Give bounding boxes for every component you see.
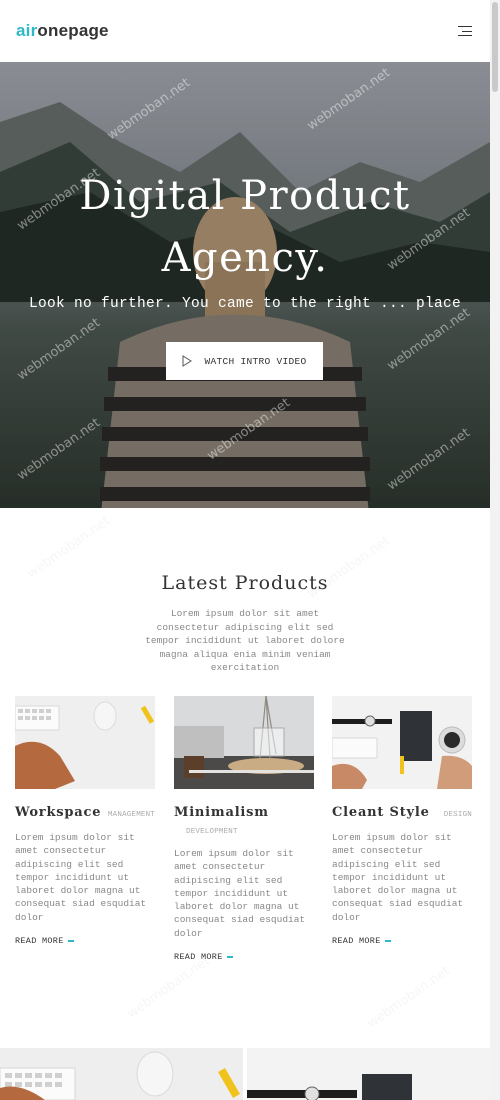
scrollbar-thumb[interactable] <box>492 2 498 92</box>
read-more-link[interactable]: READ MORE <box>332 936 472 946</box>
hero-title: Digital Product Agency. <box>0 165 490 289</box>
section-title: Latest Products <box>161 572 329 594</box>
gallery-photo <box>0 1048 243 1100</box>
cleant-style-image[interactable] <box>332 696 472 789</box>
card-text: Lorem ipsum dolor sit amet consectetur a… <box>15 832 147 923</box>
logo-text: onepage <box>37 21 109 40</box>
menu-line <box>458 26 472 27</box>
read-more-label: READ MORE <box>15 936 64 947</box>
menu-line <box>458 35 472 36</box>
card-title[interactable]: Minimalism <box>174 805 269 820</box>
accent-dash <box>226 956 233 959</box>
watch-intro-video-button[interactable]: WATCH INTRO VIDEO <box>166 342 323 380</box>
accent-dash <box>67 940 74 943</box>
hero-title-line: Digital Product <box>79 173 411 219</box>
hero-title-line: Agency. <box>161 235 329 281</box>
site-header: aironepage <box>0 0 490 62</box>
watermark: webmoban.net <box>365 963 453 1031</box>
read-more-label: READ MORE <box>332 936 381 947</box>
gallery-image-workspace[interactable] <box>0 1048 243 1100</box>
read-more-label: READ MORE <box>174 952 223 963</box>
logo[interactable]: aironepage <box>16 21 109 41</box>
hamburger-icon[interactable] <box>458 26 472 36</box>
product-card: Minimalism DEVELOPMENT Lorem ipsum dolor… <box>174 696 314 962</box>
read-more-link[interactable]: READ MORE <box>174 952 314 962</box>
card-text: Lorem ipsum dolor sit amet consectetur a… <box>332 832 464 923</box>
hero-subtitle: Look no further. You came to the right .… <box>28 296 462 312</box>
workspace-photo <box>15 696 155 789</box>
card-title[interactable]: Cleant Style <box>332 805 430 820</box>
card-category: DEVELOPMENT <box>186 828 238 836</box>
product-card: Cleant Style DESIGN Lorem ipsum dolor si… <box>332 696 472 946</box>
card-title[interactable]: Workspace <box>15 805 101 820</box>
workspace-image[interactable] <box>15 696 155 789</box>
gallery-image-cleant-style[interactable] <box>247 1048 490 1100</box>
watch-intro-video-label: WATCH INTRO VIDEO <box>204 355 307 367</box>
accent-dash <box>384 940 391 943</box>
play-icon <box>182 355 193 367</box>
card-header: Minimalism <box>174 805 314 820</box>
scrollbar[interactable] <box>490 0 500 1100</box>
card-category: DESIGN <box>443 811 472 819</box>
watermark: webmoban.net <box>125 953 213 1021</box>
menu-line <box>462 30 472 32</box>
product-card: Workspace MANAGEMENT Lorem ipsum dolor s… <box>15 696 155 946</box>
card-header: Cleant Style DESIGN <box>332 805 472 820</box>
hero-section: Digital Product Agency. Look no further.… <box>0 62 490 508</box>
minimalism-image[interactable] <box>174 696 314 789</box>
section-description: Lorem ipsum dolor sit amet consectetur a… <box>145 608 345 673</box>
logo-accent-text: air <box>16 21 38 40</box>
cleant-style-photo <box>332 696 472 789</box>
read-more-link[interactable]: READ MORE <box>15 936 155 946</box>
card-header: Workspace MANAGEMENT <box>15 805 155 820</box>
gallery-photo <box>247 1048 490 1100</box>
card-category: MANAGEMENT <box>107 811 155 819</box>
card-text: Lorem ipsum dolor sit amet consectetur a… <box>174 848 306 939</box>
minimalism-photo <box>174 696 314 789</box>
